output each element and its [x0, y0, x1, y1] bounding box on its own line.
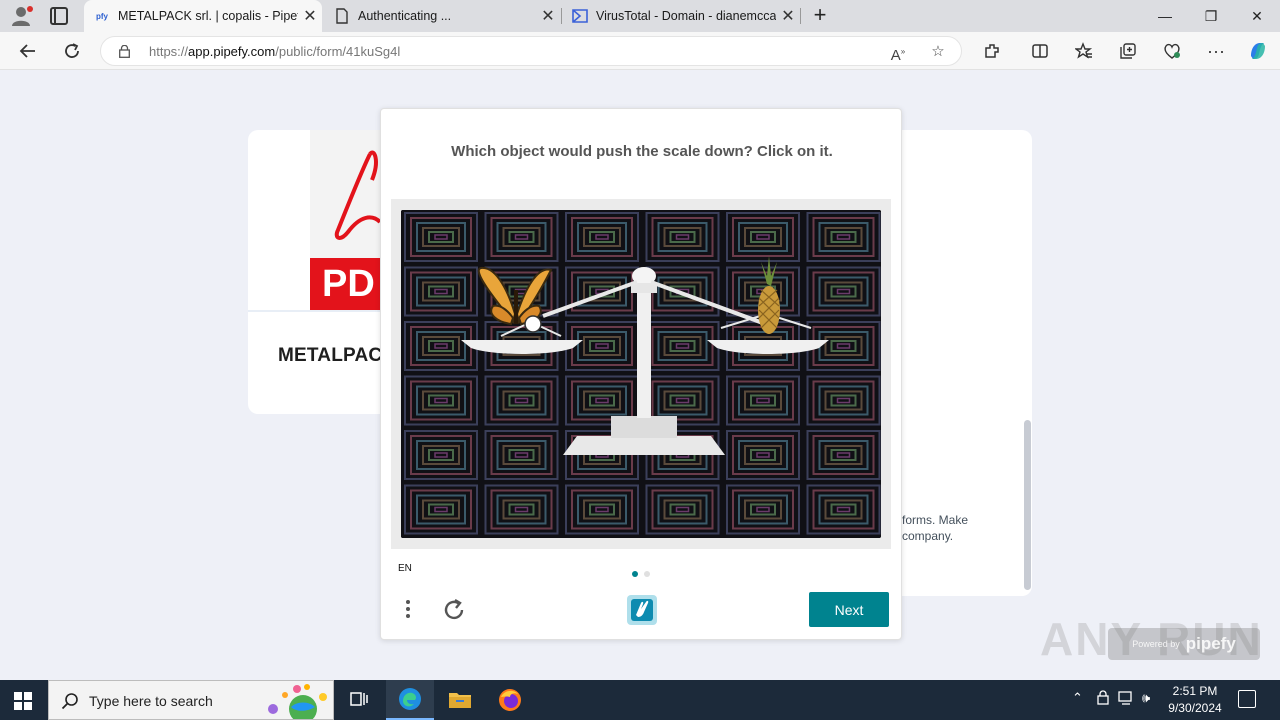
challenge-image[interactable]: [401, 210, 881, 538]
page-scrollbar-thumb[interactable]: [1024, 420, 1031, 590]
close-tab-icon[interactable]: ✕: [536, 6, 560, 26]
tab-title: VirusTotal - Domain - dianemcca: [596, 9, 776, 23]
url-host: app.pipefy.com: [188, 44, 276, 59]
pipefy-favicon-icon: pfy: [96, 11, 108, 21]
url-path: /public/form/41kuSg4l: [275, 44, 401, 59]
form-card-lower: [880, 400, 1032, 596]
page-dot-active: [632, 571, 638, 577]
taskbar-clock[interactable]: 2:51 PM 9/30/2024: [1160, 683, 1230, 717]
extensions-icon[interactable]: [980, 39, 1004, 63]
tab-title: Authenticating ...: [358, 9, 452, 23]
tab-pipefy[interactable]: pfy METALPACK srl. | copalis - Pipefy ✕: [84, 0, 322, 32]
challenge-frame: [391, 199, 891, 549]
search-icon: [61, 692, 79, 710]
search-highlight-image: [263, 683, 333, 720]
page-dot: [644, 571, 650, 577]
virustotal-icon: [572, 8, 588, 24]
form-description-line: company.: [902, 529, 954, 543]
settings-more-icon[interactable]: ···: [1204, 39, 1228, 63]
acrobat-swirl-icon: [334, 150, 382, 240]
hcaptcha-logo-icon[interactable]: [625, 593, 659, 627]
captcha-prompt: Which object would push the scale down? …: [451, 143, 833, 160]
pipefy-brand: pipefy: [1185, 634, 1236, 653]
url-text[interactable]: https://app.pipefy.com/public/form/41kuS…: [149, 44, 400, 59]
form-description: forms. Make company.: [902, 512, 968, 544]
taskbar-search-box[interactable]: Type here to search: [48, 680, 334, 720]
url-scheme: https://: [149, 44, 189, 59]
doc-icon: [334, 8, 350, 24]
restore-icon[interactable]: ❐: [1188, 0, 1234, 32]
notification-center-icon[interactable]: [1238, 690, 1256, 708]
form-header-divider: [248, 310, 382, 312]
minimize-icon[interactable]: —: [1142, 0, 1188, 32]
task-view-icon[interactable]: [336, 680, 384, 720]
browser-tabstrip: pfy METALPACK srl. | copalis - Pipefy ✕ …: [0, 0, 1280, 32]
tab-actions-icon[interactable]: [50, 7, 68, 25]
clock-time: 2:51 PM: [1172, 684, 1218, 698]
tab-separator: [800, 8, 801, 24]
close-tab-icon[interactable]: ✕: [298, 6, 322, 26]
tray-volume-icon[interactable]: 🕪: [1142, 690, 1150, 706]
powered-by-pipefy-badge[interactable]: Powered by pipefy: [1108, 628, 1260, 660]
edge-taskbar-icon[interactable]: [386, 680, 434, 720]
close-tab-icon[interactable]: ✕: [776, 6, 800, 26]
captcha-refresh-icon[interactable]: [441, 597, 467, 623]
tab-title: METALPACK srl. | copalis - Pipefy: [118, 9, 298, 23]
captcha-dialog: Which object would push the scale down? …: [380, 108, 902, 640]
reload-icon[interactable]: [60, 39, 84, 63]
next-button[interactable]: Next: [809, 592, 889, 627]
file-explorer-icon[interactable]: [436, 680, 484, 720]
form-description-line: forms. Make: [902, 513, 969, 527]
copilot-icon[interactable]: [1246, 39, 1270, 63]
favorites-icon[interactable]: [1072, 39, 1096, 63]
split-screen-icon[interactable]: [1028, 39, 1052, 63]
tab-authenticating[interactable]: Authenticating ... ✕: [324, 0, 560, 32]
collections-icon[interactable]: [1116, 39, 1140, 63]
clock-date: 9/30/2024: [1168, 701, 1222, 715]
tray-vpn-icon[interactable]: [1096, 690, 1110, 709]
captcha-menu-icon[interactable]: [401, 597, 415, 623]
pdf-logo-image: PD: [310, 130, 382, 310]
address-bar[interactable]: https://app.pipefy.com/public/form/41kuS…: [100, 36, 962, 66]
search-placeholder: Type here to search: [89, 693, 213, 709]
back-icon[interactable]: [16, 39, 40, 63]
read-aloud-icon[interactable]: A»: [889, 43, 907, 64]
challenge-pagination: [632, 564, 656, 582]
pdf-label: PD: [310, 258, 382, 310]
windows-taskbar: Type here to search ⌃ 🕪 2:51 PM 9/30/202…: [0, 680, 1280, 720]
profile-icon[interactable]: [10, 5, 34, 27]
challenge-scene[interactable]: [401, 210, 881, 538]
tray-chevron-icon[interactable]: ⌃: [1072, 690, 1083, 706]
browser-essentials-icon[interactable]: [1160, 39, 1184, 63]
tray-network-icon[interactable]: [1118, 690, 1136, 709]
lock-icon[interactable]: [119, 44, 130, 58]
language-selector[interactable]: EN: [398, 563, 412, 574]
firefox-icon[interactable]: [486, 680, 534, 720]
click-marker: [524, 315, 542, 333]
windows-start-icon[interactable]: [14, 692, 32, 710]
form-title: METALPACK: [278, 345, 397, 366]
favorite-star-icon[interactable]: ☆: [929, 43, 947, 61]
powered-by-label: Powered by: [1132, 639, 1180, 649]
browser-toolbar: https://app.pipefy.com/public/form/41kuS…: [0, 32, 1280, 70]
new-tab-icon[interactable]: +: [808, 4, 832, 28]
tab-virustotal[interactable]: VirusTotal - Domain - dianemcca ✕: [562, 0, 800, 32]
close-window-icon[interactable]: ✕: [1234, 0, 1280, 32]
